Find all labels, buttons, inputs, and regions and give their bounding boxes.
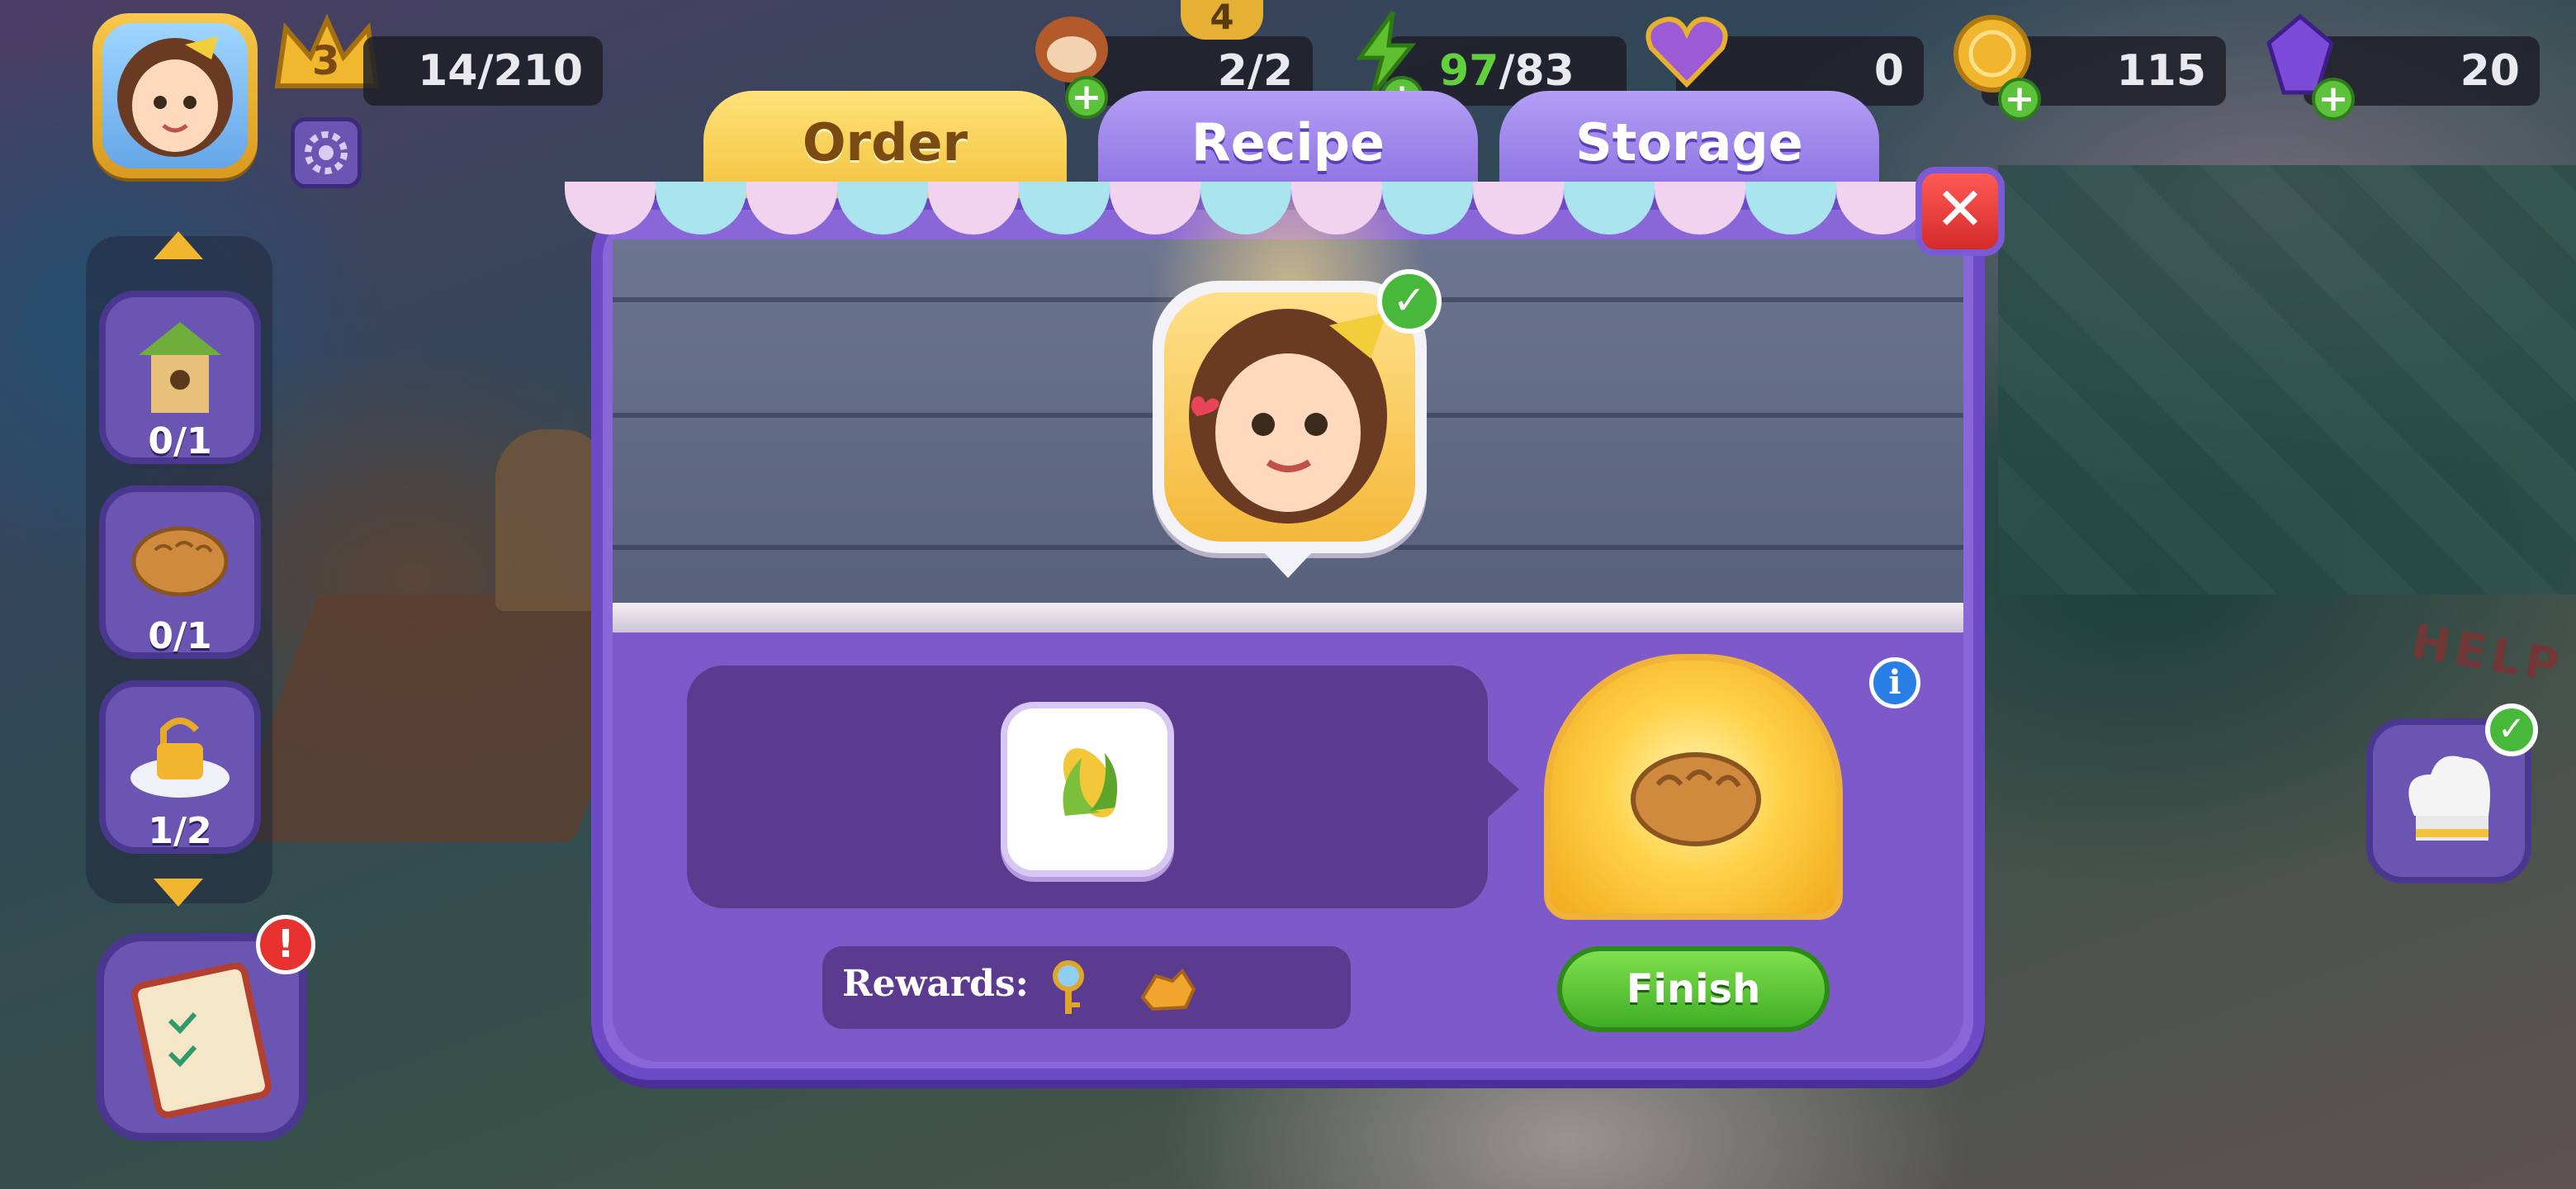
- scroll-up-arrow-icon[interactable]: [154, 231, 203, 259]
- quest-count: 0/1: [148, 420, 212, 462]
- panel-awning: [565, 182, 1927, 234]
- close-button[interactable]: ✕: [1915, 167, 2005, 256]
- trades-badge: 4: [1181, 0, 1263, 40]
- tab-storage-label: Storage: [1575, 112, 1803, 173]
- tab-order-label: Order: [802, 112, 968, 173]
- chef-check-icon: ✓: [2485, 703, 2538, 756]
- quest-card-birdhouse[interactable]: 0/1: [99, 291, 261, 464]
- girl-avatar-icon: [117, 36, 233, 157]
- add-gems-button[interactable]: +: [2312, 78, 2355, 121]
- energy-max: /83: [1499, 46, 1574, 96]
- quest-card-bread[interactable]: 0/1: [99, 486, 261, 659]
- requirement-arrow: [1486, 760, 1519, 819]
- bread-icon: [1631, 752, 1761, 846]
- info-button[interactable]: i: [1869, 657, 1920, 708]
- tasks-alert-badge: !: [256, 915, 315, 974]
- settings-button[interactable]: [291, 117, 362, 188]
- required-item-slot[interactable]: [1001, 702, 1174, 877]
- heart-icon: [1641, 10, 1732, 92]
- quest-card-padlock[interactable]: 1/2: [99, 680, 261, 854]
- rewards-label: Rewards:: [842, 963, 1029, 1005]
- finish-button[interactable]: Finish: [1557, 946, 1830, 1032]
- result-item-display: [1544, 654, 1843, 920]
- close-icon: ✕: [1934, 174, 1986, 244]
- bread-icon: [131, 526, 229, 597]
- xp-value: 14/210: [418, 46, 583, 96]
- quest-count: 0/1: [148, 615, 212, 657]
- player-avatar[interactable]: [92, 13, 258, 178]
- speech-tail: [1263, 552, 1313, 578]
- finish-label: Finish: [1626, 966, 1761, 1012]
- xp-bar: 14/210: [363, 36, 603, 106]
- padlock-icon: [130, 718, 230, 798]
- birdhouse-icon: [139, 322, 221, 413]
- scroll-down-arrow-icon[interactable]: [154, 879, 203, 907]
- energy-current: 97: [1439, 46, 1499, 96]
- level-number: 3: [312, 38, 340, 84]
- gear-icon: [305, 131, 348, 174]
- hearts-value: 0: [1873, 46, 1904, 96]
- gems-value: 20: [2460, 46, 2520, 96]
- add-trades-button[interactable]: +: [1065, 76, 1108, 119]
- quest-count: 1/2: [148, 810, 212, 852]
- customer-check-icon: ✓: [1377, 269, 1442, 334]
- trades-value: 2/2: [1217, 46, 1293, 96]
- key-icon: [1053, 960, 1084, 1014]
- coins-value: 115: [2116, 46, 2206, 96]
- corn-icon: [1063, 748, 1118, 817]
- add-coins-button[interactable]: +: [1998, 78, 2041, 121]
- rewards-bar: Rewards:: [822, 946, 1351, 1029]
- tab-recipe-label: Recipe: [1191, 112, 1385, 173]
- customer-girl-icon: [1189, 309, 1387, 523]
- stage-shelf: [613, 603, 1963, 632]
- gold-ore-icon: [1140, 968, 1196, 1011]
